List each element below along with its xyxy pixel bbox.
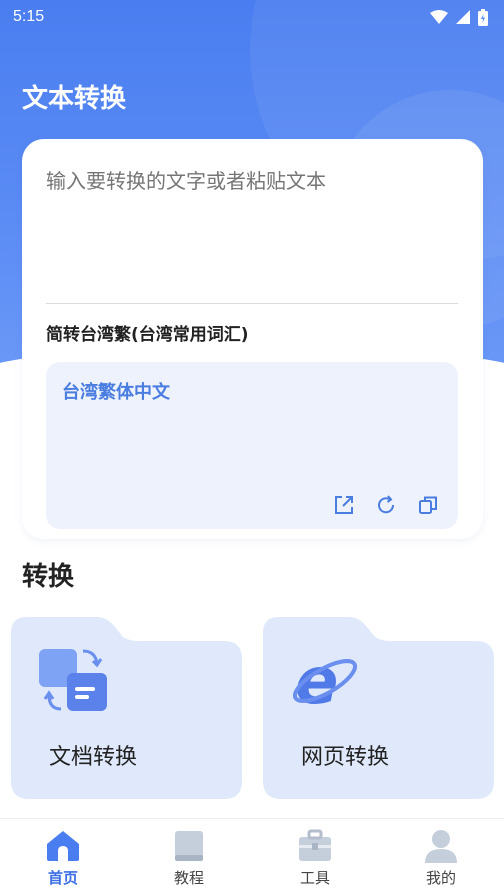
- user-icon: [425, 830, 457, 863]
- copy-icon: [419, 496, 437, 514]
- document-convert-icon: [39, 649, 107, 711]
- divider: [46, 303, 458, 304]
- status-time: 5:15: [13, 8, 45, 25]
- signal-icon: [456, 10, 470, 24]
- wifi-icon: [430, 10, 448, 24]
- nav-item-profile[interactable]: 我的: [378, 819, 504, 888]
- battery-icon: [478, 8, 488, 26]
- document-convert-tile[interactable]: 文档转换: [11, 617, 242, 799]
- share-icon: [335, 496, 353, 514]
- page-title: 文本转换: [22, 84, 127, 114]
- webpage-convert-tile[interactable]: e 网页转换: [263, 617, 494, 799]
- refresh-button[interactable]: [374, 493, 398, 517]
- bottom-nav: 首页 教程 工具 我的: [0, 818, 504, 896]
- copy-button[interactable]: [416, 493, 440, 517]
- result-text: 台湾繁体中文: [62, 382, 170, 403]
- status-bar: 5:15: [0, 0, 504, 34]
- conversion-mode-label[interactable]: 简转台湾繁(台湾常用词汇): [46, 320, 249, 345]
- text-input[interactable]: [46, 165, 458, 295]
- nav-item-tools[interactable]: 工具: [252, 819, 378, 888]
- result-box: 台湾繁体中文: [46, 362, 458, 529]
- refresh-icon: [378, 495, 395, 514]
- ie-browser-icon: e: [292, 647, 358, 711]
- book-icon: [175, 831, 203, 861]
- tile-label: 网页转换: [301, 745, 390, 770]
- section-title: 转换: [22, 562, 75, 592]
- toolbox-icon: [299, 829, 331, 861]
- nav-item-tutorial[interactable]: 教程: [126, 819, 252, 888]
- home-icon: [47, 831, 79, 861]
- tile-label: 文档转换: [49, 745, 138, 770]
- share-button[interactable]: [332, 493, 356, 517]
- nav-item-home[interactable]: 首页: [0, 819, 126, 888]
- converter-card: 简转台湾繁(台湾常用词汇) 台湾繁体中文: [22, 139, 483, 539]
